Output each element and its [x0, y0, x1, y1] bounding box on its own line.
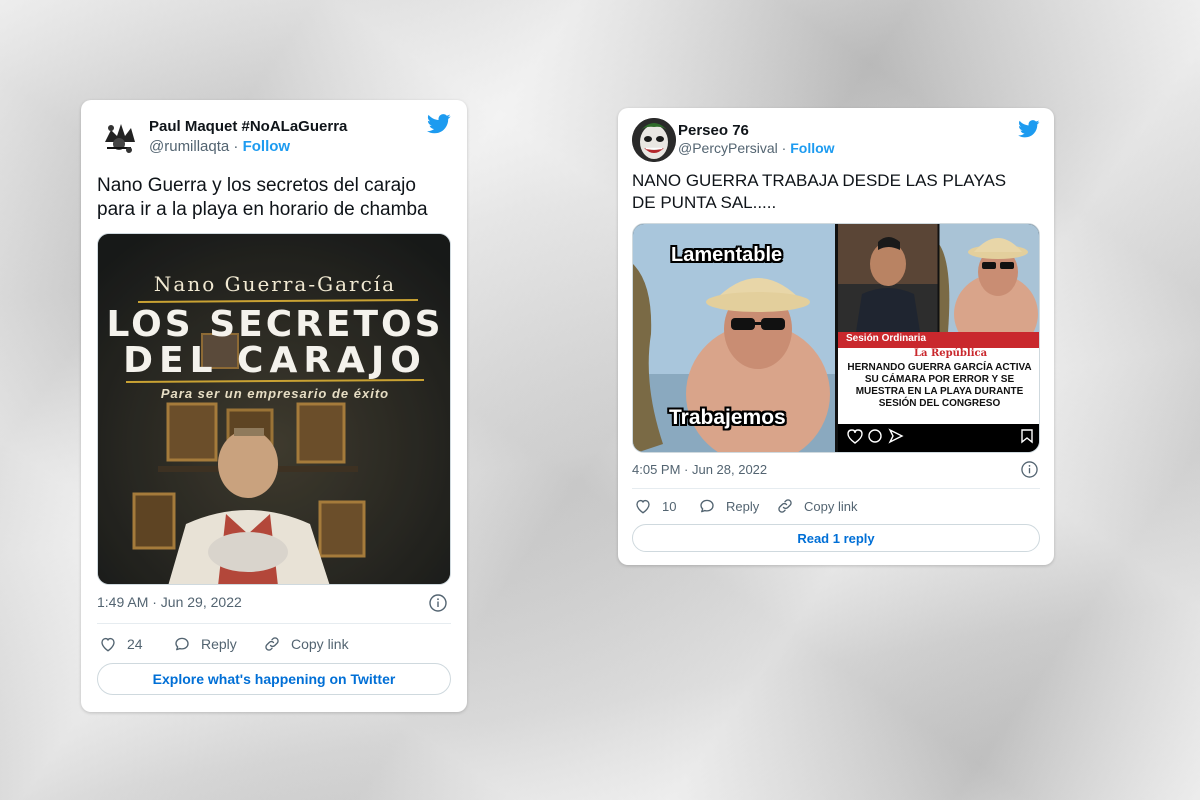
twitter-bird-icon[interactable] — [427, 114, 451, 134]
like-count: 24 — [127, 636, 143, 652]
tweet-text: Nano Guerra y los secretos del carajo pa… — [97, 175, 428, 220]
news-headline-panel: Sesión Ordinaria La República HERNANDO G… — [838, 332, 1039, 424]
heart-icon — [636, 499, 650, 514]
author-handle[interactable]: @rumillaqta — [149, 138, 229, 155]
follow-button[interactable]: Follow — [243, 138, 291, 155]
video-thumbnail-beach: Lamentable Trabajemos — [633, 224, 835, 452]
tweet-media-video-collage[interactable]: Lamentable Trabajemos Sesión Ordinaria L… — [632, 223, 1040, 453]
explore-twitter-button[interactable]: Explore what's happening on Twitter — [97, 663, 451, 695]
news-brand: La República — [914, 348, 988, 359]
instagram-action-bar — [838, 424, 1039, 452]
divider — [632, 488, 1040, 489]
handle-separator: · — [777, 140, 791, 156]
copy-link-button[interactable]: Copy link — [263, 635, 349, 653]
twitter-bird-icon[interactable] — [1018, 120, 1040, 138]
reply-button[interactable]: Reply — [173, 635, 237, 653]
like-count: 10 — [662, 498, 677, 514]
tweet-card-paul-maquet: Paul Maquet #NoALaGuerra @rumillaqta · F… — [81, 100, 467, 712]
caption-top: Lamentable — [671, 244, 783, 266]
author-name[interactable]: Perseo 76 — [678, 122, 749, 139]
tweet-card-perseo-76: Perseo 76 @PercyPersival · Follow NANO G… — [618, 108, 1054, 565]
copy-link-button[interactable]: Copy link — [776, 497, 857, 515]
divider — [97, 623, 451, 624]
like-button[interactable]: 10 — [634, 497, 676, 515]
heart-icon — [101, 637, 115, 652]
book-subtitle: Para ser un empresario de éxito — [160, 386, 390, 401]
like-button[interactable]: 24 — [99, 635, 143, 653]
book-title-line2: DEL CARAJO — [123, 340, 427, 381]
read-reply-button[interactable]: Read 1 reply — [632, 524, 1040, 552]
news-headline: HERNANDO GUERRA GARCÍA ACTIVA SU CÁMARA … — [847, 362, 1032, 409]
link-icon — [265, 637, 279, 651]
info-icon[interactable] — [1021, 461, 1038, 478]
tweet-text: NANO GUERRA TRABAJA DESDE LAS PLAYAS DE … — [632, 171, 1007, 212]
author-name[interactable]: Paul Maquet #NoALaGuerra — [149, 118, 347, 135]
tweet-timestamp[interactable]: 4:05 PM · Jun 28, 2022 — [632, 462, 767, 477]
reply-icon — [175, 637, 189, 651]
avatar[interactable] — [97, 114, 141, 158]
tweet-timestamp[interactable]: 1:49 AM · Jun 29, 2022 — [97, 594, 242, 610]
info-icon[interactable] — [429, 594, 447, 612]
reply-icon — [700, 499, 714, 513]
handle-separator: · — [229, 138, 243, 155]
author-handle[interactable]: @PercyPersival — [678, 140, 778, 156]
reply-label: Reply — [726, 498, 760, 514]
book-title-line1: LOS SECRETOS — [106, 304, 444, 345]
caption-bottom: Trabajemos — [669, 406, 786, 429]
tweet-media-book-cover[interactable]: Nano Guerra-García LOS SECRETOS DEL CARA… — [97, 233, 451, 585]
follow-button[interactable]: Follow — [790, 140, 834, 156]
reply-button[interactable]: Reply — [698, 497, 759, 515]
link-icon — [778, 499, 792, 513]
reply-label: Reply — [201, 636, 237, 652]
copy-link-label: Copy link — [291, 636, 349, 652]
video-thumbnail-congress — [838, 224, 1039, 332]
news-tag: Sesión Ordinaria — [846, 333, 927, 344]
copy-link-label: Copy link — [804, 498, 858, 514]
avatar[interactable] — [632, 118, 676, 162]
book-author: Nano Guerra-García — [153, 272, 397, 296]
